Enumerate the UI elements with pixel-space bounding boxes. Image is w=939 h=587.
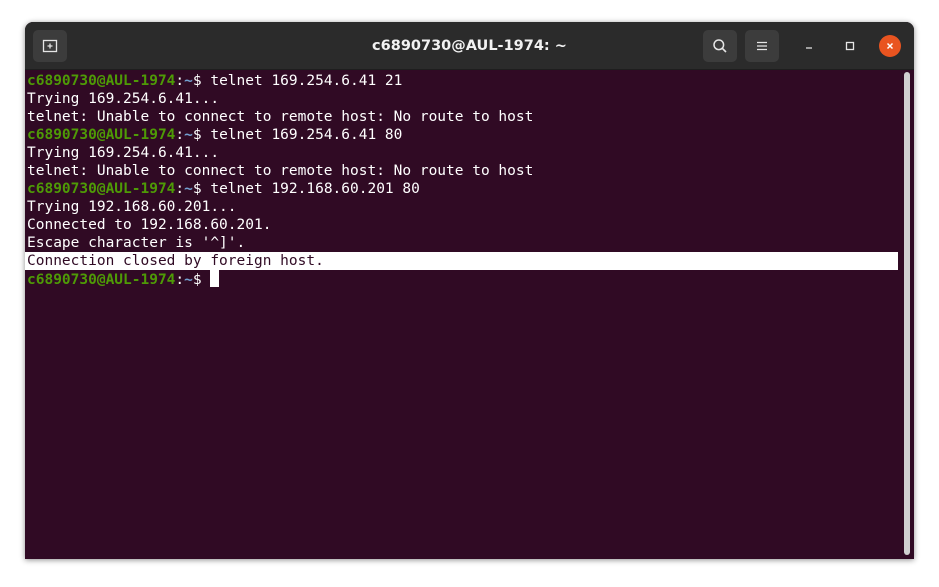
prompt-path: ~ [184, 272, 193, 288]
maximize-icon [845, 41, 855, 51]
output-line: Escape character is '^]'. [27, 234, 901, 252]
terminal-window: c6890730@AUL-1974: ~ c6890730@AUL-1974:~… [25, 22, 914, 559]
minimize-icon [806, 47, 812, 49]
command-text: telnet 192.168.60.201 80 [201, 181, 420, 197]
hamburger-menu-icon [757, 41, 767, 51]
command-text: telnet 169.254.6.41 21 [201, 73, 403, 89]
close-icon [886, 42, 894, 50]
output-line: Trying 169.254.6.41... [27, 90, 901, 108]
output-text: Connected to 192.168.60.201. [27, 217, 272, 233]
prompt-user-host: c6890730@AUL-1974 [27, 272, 176, 288]
window-title: c6890730@AUL-1974: ~ [372, 38, 567, 54]
output-line: Trying 192.168.60.201... [27, 198, 901, 216]
output-line: Trying 169.254.6.41... [27, 144, 901, 162]
prompt-path: ~ [184, 181, 193, 197]
output-line: Connected to 192.168.60.201. [27, 216, 901, 234]
prompt-line: c6890730@AUL-1974:~$ telnet 169.254.6.41… [27, 126, 901, 144]
output-text: Trying 192.168.60.201... [27, 199, 237, 215]
prompt-path: ~ [184, 127, 193, 143]
scrollbar[interactable] [904, 72, 910, 555]
prompt-separator: : [175, 127, 185, 143]
menu-button[interactable] [745, 30, 779, 62]
search-button[interactable] [703, 30, 737, 62]
text-cursor [210, 270, 220, 287]
title-bar: c6890730@AUL-1974: ~ [25, 22, 914, 70]
output-text: Trying 169.254.6.41... [27, 91, 220, 107]
minimize-button[interactable] [798, 35, 820, 57]
prompt-symbol: $ [192, 127, 202, 143]
prompt-separator: : [175, 73, 185, 89]
prompt-line: c6890730@AUL-1974:~$ telnet 192.168.60.2… [27, 180, 901, 198]
prompt-line: c6890730@AUL-1974:~$ telnet 169.254.6.41… [27, 72, 901, 90]
maximize-button[interactable] [839, 35, 861, 57]
output-line: telnet: Unable to connect to remote host… [27, 108, 901, 126]
prompt-path: ~ [184, 73, 193, 89]
prompt-separator: : [175, 272, 185, 288]
prompt-user-host: c6890730@AUL-1974 [27, 73, 176, 89]
prompt-symbol: $ [192, 73, 202, 89]
new-tab-button[interactable] [33, 30, 67, 62]
prompt-line: c6890730@AUL-1974:~$ [27, 270, 901, 288]
prompt-user-host: c6890730@AUL-1974 [27, 181, 176, 197]
prompt-symbol: $ [192, 272, 202, 288]
search-icon [713, 39, 727, 53]
prompt-user-host: c6890730@AUL-1974 [27, 127, 176, 143]
output-text: telnet: Unable to connect to remote host… [27, 163, 534, 179]
close-button[interactable] [879, 35, 901, 57]
output-line: telnet: Unable to connect to remote host… [27, 162, 901, 180]
output-text: telnet: Unable to connect to remote host… [27, 109, 534, 125]
new-tab-icon [42, 39, 58, 53]
prompt-symbol: $ [192, 181, 202, 197]
output-text: Escape character is '^]'. [27, 235, 246, 251]
selected-output-text: Connection closed by foreign host. [27, 253, 324, 269]
command-text: telnet 169.254.6.41 80 [201, 127, 403, 143]
output-line: Connection closed by foreign host. [25, 252, 898, 270]
command-text [202, 272, 211, 288]
prompt-separator: : [175, 181, 185, 197]
output-text: Trying 169.254.6.41... [27, 145, 220, 161]
terminal-output[interactable]: c6890730@AUL-1974:~$ telnet 169.254.6.41… [25, 70, 901, 559]
